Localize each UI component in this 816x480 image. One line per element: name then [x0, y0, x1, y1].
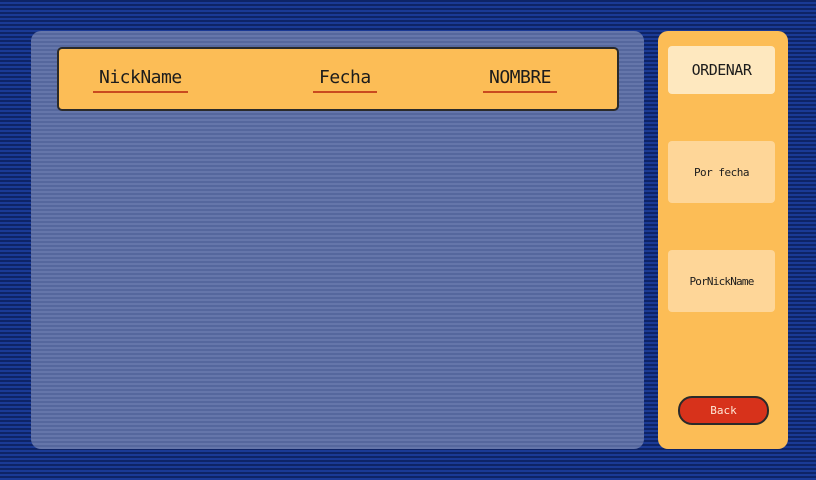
scores-list-panel: NickName Fecha NOMBRE — [31, 31, 644, 449]
sort-sidebar: ORDENAR Por fecha PorNickName Back — [658, 31, 788, 449]
column-header-nombre: NOMBRE — [483, 68, 558, 93]
table-header: NickName Fecha NOMBRE — [57, 47, 619, 111]
ordenar-label: ORDENAR — [668, 46, 775, 94]
sort-by-date-button[interactable]: Por fecha — [668, 141, 775, 203]
column-header-fecha: Fecha — [313, 68, 377, 93]
column-header-nickname: NickName — [93, 68, 188, 93]
back-button[interactable]: Back — [678, 396, 769, 425]
sort-by-nickname-button[interactable]: PorNickName — [668, 250, 775, 312]
